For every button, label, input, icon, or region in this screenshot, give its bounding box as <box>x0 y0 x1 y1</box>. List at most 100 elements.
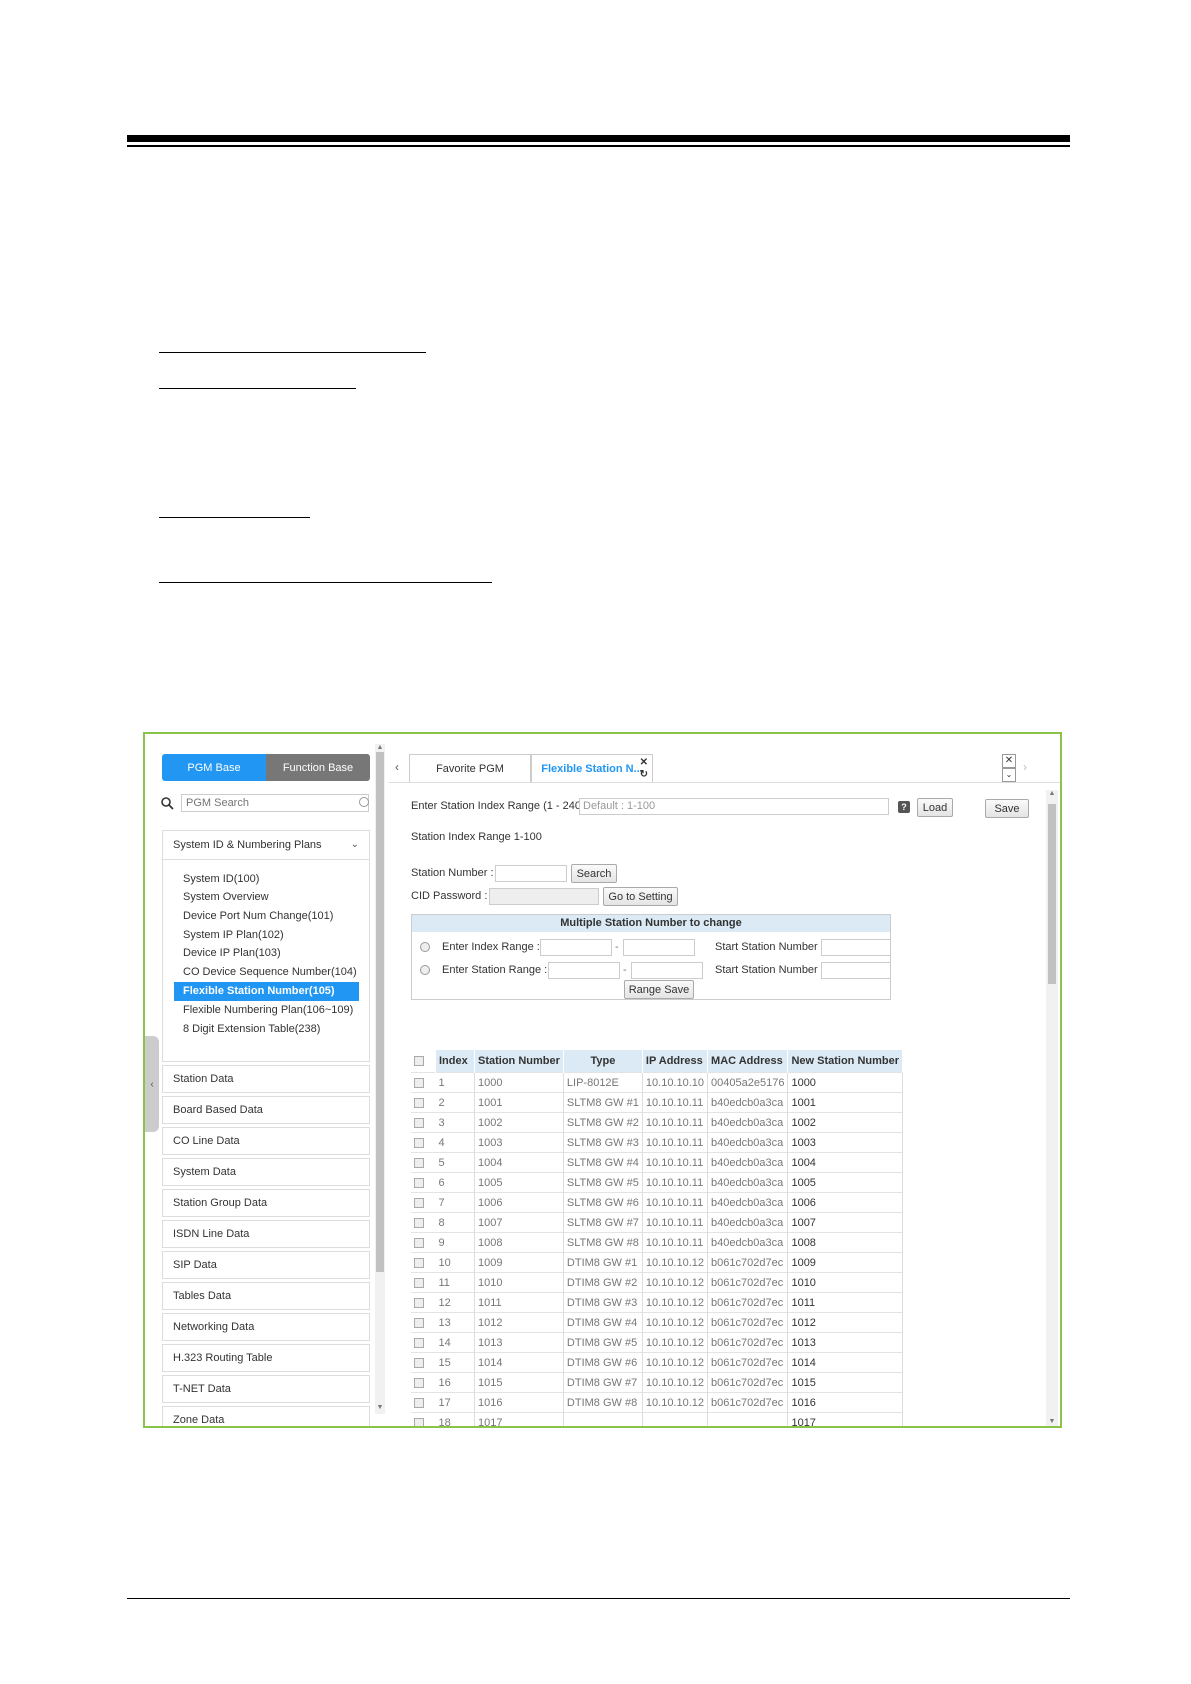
menu-station-group-data[interactable]: Station Group Data <box>162 1189 370 1217</box>
menu-tables-data[interactable]: Tables Data <box>162 1282 370 1310</box>
scroll-up-icon[interactable]: ▲ <box>1046 790 1058 797</box>
station-range-to-input[interactable] <box>631 962 703 979</box>
close-all-icon[interactable]: ✕ <box>1002 754 1016 768</box>
cell-new-station-number[interactable]: 1000 <box>787 1072 904 1093</box>
row-checkbox[interactable] <box>414 1217 424 1228</box>
save-button[interactable]: Save <box>985 799 1029 818</box>
sub-item-system-overview[interactable]: System Overview <box>174 888 359 907</box>
table-row[interactable]: 10 1009 DTIM8 GW #1 10.10.10.12 b061c702d7ec… <box>411 1252 904 1273</box>
menu-tnet-data[interactable]: T-NET Data <box>162 1375 370 1403</box>
menu-sip-data[interactable]: SIP Data <box>162 1251 370 1279</box>
row-checkbox[interactable] <box>414 1377 424 1388</box>
table-row[interactable]: 5 1004 SLTM8 GW #4 10.10.10.11 b40edcb0a3ca 1… <box>411 1152 904 1173</box>
table-row[interactable]: 17 1016 DTIM8 GW #8 10.10.10.12 b061c702d7ec… <box>411 1392 904 1413</box>
sub-item-device-port-num-change[interactable]: Device Port Num Change(101) <box>174 907 359 926</box>
tab-favorite-pgm[interactable]: Favorite PGM <box>409 754 531 782</box>
row-checkbox[interactable] <box>414 1257 424 1268</box>
table-row[interactable]: 3 1002 SLTM8 GW #2 10.10.10.11 b40edcb0a3ca 1… <box>411 1112 904 1133</box>
cell-new-station-number[interactable]: 1010 <box>787 1272 904 1293</box>
table-row[interactable]: 13 1012 DTIM8 GW #4 10.10.10.12 b061c702d7ec… <box>411 1312 904 1333</box>
table-row[interactable]: 11 1010 DTIM8 GW #2 10.10.10.12 b061c702d7ec… <box>411 1272 904 1293</box>
cell-new-station-number[interactable]: 1015 <box>787 1372 904 1393</box>
cell-new-station-number[interactable]: 1008 <box>787 1232 904 1253</box>
col-index[interactable]: Index <box>435 1050 475 1073</box>
reload-icon[interactable]: ↻ <box>640 769 648 780</box>
menu-co-line-data[interactable]: CO Line Data <box>162 1127 370 1155</box>
search-button[interactable]: Search <box>571 864 617 883</box>
table-row[interactable]: 12 1011 DTIM8 GW #3 10.10.10.12 b061c702d7ec… <box>411 1292 904 1313</box>
table-row[interactable]: 18 1017 1017 <box>411 1412 904 1426</box>
row-checkbox[interactable] <box>414 1137 424 1148</box>
cell-new-station-number[interactable]: 1012 <box>787 1312 904 1333</box>
row-checkbox[interactable] <box>414 1277 424 1288</box>
help-icon[interactable]: ? <box>898 801 910 813</box>
tab-next-icon[interactable]: › <box>1023 760 1027 774</box>
cid-password-input[interactable] <box>489 888 599 905</box>
sub-item-system-id[interactable]: System ID(100) <box>174 870 359 889</box>
col-new-station-number[interactable]: New Station Number <box>787 1050 904 1073</box>
clear-search-icon[interactable] <box>359 797 369 807</box>
table-row[interactable]: 4 1003 SLTM8 GW #3 10.10.10.11 b40edcb0a3ca 1… <box>411 1132 904 1153</box>
row-checkbox[interactable] <box>414 1157 424 1168</box>
tab-list-icon[interactable]: ⌄ <box>1002 768 1016 782</box>
row-checkbox[interactable] <box>414 1357 424 1368</box>
cell-new-station-number[interactable]: 1009 <box>787 1252 904 1273</box>
menu-h323-routing-table[interactable]: H.323 Routing Table <box>162 1344 370 1372</box>
menu-networking-data[interactable]: Networking Data <box>162 1313 370 1341</box>
row-checkbox[interactable] <box>414 1337 424 1348</box>
row-checkbox[interactable] <box>414 1297 424 1308</box>
collapse-panel-handle[interactable]: ‹ <box>145 1036 159 1132</box>
table-row[interactable]: 6 1005 SLTM8 GW #5 10.10.10.11 b40edcb0a3ca 1… <box>411 1172 904 1193</box>
sub-item-8-digit-extension[interactable]: 8 Digit Extension Table(238) <box>174 1020 359 1039</box>
menu-station-data[interactable]: Station Data <box>162 1065 370 1093</box>
start-station-input-1[interactable] <box>821 939 891 956</box>
index-range-from-input[interactable] <box>540 939 612 956</box>
cell-new-station-number[interactable]: 1001 <box>787 1092 904 1113</box>
station-range-from-input[interactable] <box>548 962 620 979</box>
sub-item-flexible-numbering-plan[interactable]: Flexible Numbering Plan(106~109) <box>174 1001 359 1020</box>
left-scroll-thumb[interactable] <box>376 752 384 1272</box>
right-scroll-thumb[interactable] <box>1048 804 1056 984</box>
cell-new-station-number[interactable]: 1013 <box>787 1332 904 1353</box>
index-range-radio[interactable] <box>420 942 430 952</box>
start-station-input-2[interactable] <box>821 962 891 979</box>
go-to-setting-button[interactable]: Go to Setting <box>603 887 678 906</box>
table-row[interactable]: 2 1001 SLTM8 GW #1 10.10.10.11 b40edcb0a3ca 1… <box>411 1092 904 1113</box>
row-checkbox[interactable] <box>414 1177 424 1188</box>
table-row[interactable]: 14 1013 DTIM8 GW #5 10.10.10.12 b061c702d7ec… <box>411 1332 904 1353</box>
tab-flexible-station-number[interactable]: Flexible Station N... ✕ ↻ <box>531 754 653 782</box>
cell-new-station-number[interactable]: 1011 <box>787 1292 904 1313</box>
table-row[interactable]: 1 1000 LIP-8012E 10.10.10.10 00405a2e5176 100… <box>411 1072 904 1093</box>
table-row[interactable]: 16 1015 DTIM8 GW #7 10.10.10.12 b061c702d7ec… <box>411 1372 904 1393</box>
cell-new-station-number[interactable]: 1003 <box>787 1132 904 1153</box>
scroll-down-icon[interactable]: ▼ <box>375 1404 385 1411</box>
pgm-search-input[interactable] <box>181 794 369 812</box>
index-range-to-input[interactable] <box>623 939 695 956</box>
table-row[interactable]: 8 1007 SLTM8 GW #7 10.10.10.11 b40edcb0a3ca 1… <box>411 1212 904 1233</box>
sub-item-flexible-station-number[interactable]: Flexible Station Number(105) <box>174 982 359 1001</box>
tab-pgm-base[interactable]: PGM Base <box>162 754 266 781</box>
range-input[interactable]: Default : 1-100 <box>579 798 889 815</box>
row-checkbox[interactable] <box>414 1397 424 1408</box>
table-row[interactable]: 9 1008 SLTM8 GW #8 10.10.10.11 b40edcb0a3ca 1… <box>411 1232 904 1253</box>
cell-new-station-number[interactable]: 1005 <box>787 1172 904 1193</box>
cell-new-station-number[interactable]: 1002 <box>787 1112 904 1133</box>
table-row[interactable]: 7 1006 SLTM8 GW #6 10.10.10.11 b40edcb0a3ca 1… <box>411 1192 904 1213</box>
sub-item-co-device-sequence[interactable]: CO Device Sequence Number(104) <box>174 963 359 982</box>
table-row[interactable]: 15 1014 DTIM8 GW #6 10.10.10.12 b061c702d7ec… <box>411 1352 904 1373</box>
cell-new-station-number[interactable]: 1017 <box>787 1412 904 1426</box>
sub-item-system-ip-plan[interactable]: System IP Plan(102) <box>174 926 359 945</box>
cell-new-station-number[interactable]: 1007 <box>787 1212 904 1233</box>
tab-prev-icon[interactable]: ‹ <box>395 760 399 774</box>
menu-board-based-data[interactable]: Board Based Data <box>162 1096 370 1124</box>
load-button[interactable]: Load <box>917 798 953 817</box>
station-range-radio[interactable] <box>420 965 430 975</box>
group-system-id-numbering[interactable]: System ID & Numbering Plans ⌄ <box>162 830 370 860</box>
menu-isdn-line-data[interactable]: ISDN Line Data <box>162 1220 370 1248</box>
col-mac-address[interactable]: MAC Address <box>707 1050 789 1073</box>
row-checkbox[interactable] <box>414 1317 424 1328</box>
menu-zone-data[interactable]: Zone Data <box>162 1406 370 1426</box>
tab-function-base[interactable]: Function Base <box>266 754 370 781</box>
row-checkbox[interactable] <box>414 1237 424 1248</box>
row-checkbox[interactable] <box>414 1077 424 1088</box>
